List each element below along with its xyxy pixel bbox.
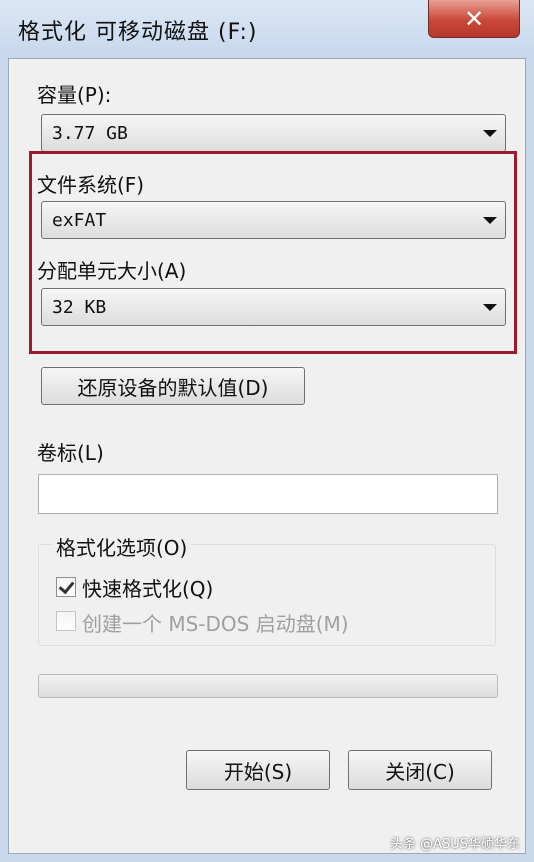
- capacity-value: 3.77 GB: [52, 123, 128, 144]
- quick-format-label[interactable]: 快速格式化(Q): [82, 573, 213, 602]
- quick-format-checkbox[interactable]: [56, 577, 76, 597]
- start-button[interactable]: 开始(S): [186, 750, 330, 790]
- format-dialog-window: 格式化 可移动磁盘 (F:) ✕ 容量(P): 3.77 GB 文件系统(F) …: [0, 0, 534, 862]
- msdos-boot-checkbox[interactable]: [56, 611, 76, 631]
- allocation-unit-dropdown[interactable]: 32 KB: [41, 288, 506, 326]
- allocation-unit-value: 32 KB: [52, 297, 107, 318]
- dialog-client-area: 容量(P): 3.77 GB 文件系统(F) exFAT 分配单元大小(A) 3…: [8, 58, 526, 854]
- chevron-down-icon: [483, 130, 497, 137]
- close-window-button[interactable]: ✕: [428, 0, 520, 38]
- chevron-down-icon: [483, 304, 497, 311]
- volume-label-input[interactable]: [38, 474, 498, 514]
- file-system-value: exFAT: [52, 210, 107, 231]
- window-title: 格式化 可移动磁盘 (F:): [18, 20, 258, 45]
- format-progress-bar: [38, 674, 498, 698]
- title-bar: 格式化 可移动磁盘 (F:) ✕: [0, 0, 534, 60]
- file-system-label: 文件系统(F): [37, 173, 145, 197]
- capacity-dropdown[interactable]: 3.77 GB: [41, 114, 506, 152]
- allocation-unit-label: 分配单元大小(A): [37, 259, 187, 283]
- chevron-down-icon: [483, 217, 497, 224]
- close-button[interactable]: 关闭(C): [348, 750, 492, 790]
- watermark-text: 头条 @ASUS华硕华东: [389, 837, 520, 852]
- msdos-boot-label: 创建一个 MS-DOS 启动盘(M): [82, 612, 349, 636]
- format-options-title: 格式化选项(O): [52, 532, 192, 561]
- close-icon: ✕: [463, 4, 485, 33]
- capacity-label: 容量(P):: [37, 83, 112, 107]
- restore-defaults-button[interactable]: 还原设备的默认值(D): [41, 367, 305, 405]
- volume-label-label: 卷标(L): [37, 441, 104, 465]
- file-system-dropdown[interactable]: exFAT: [41, 201, 506, 239]
